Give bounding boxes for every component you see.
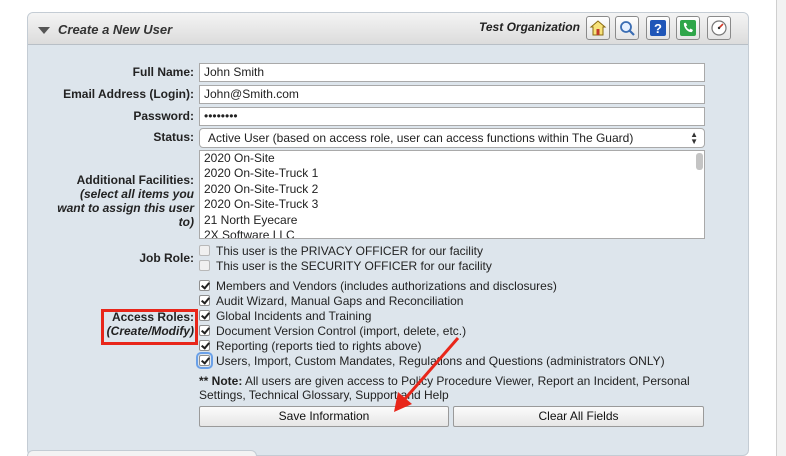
annotation-arrow-icon bbox=[394, 337, 460, 412]
next-panel-tab bbox=[27, 450, 257, 456]
